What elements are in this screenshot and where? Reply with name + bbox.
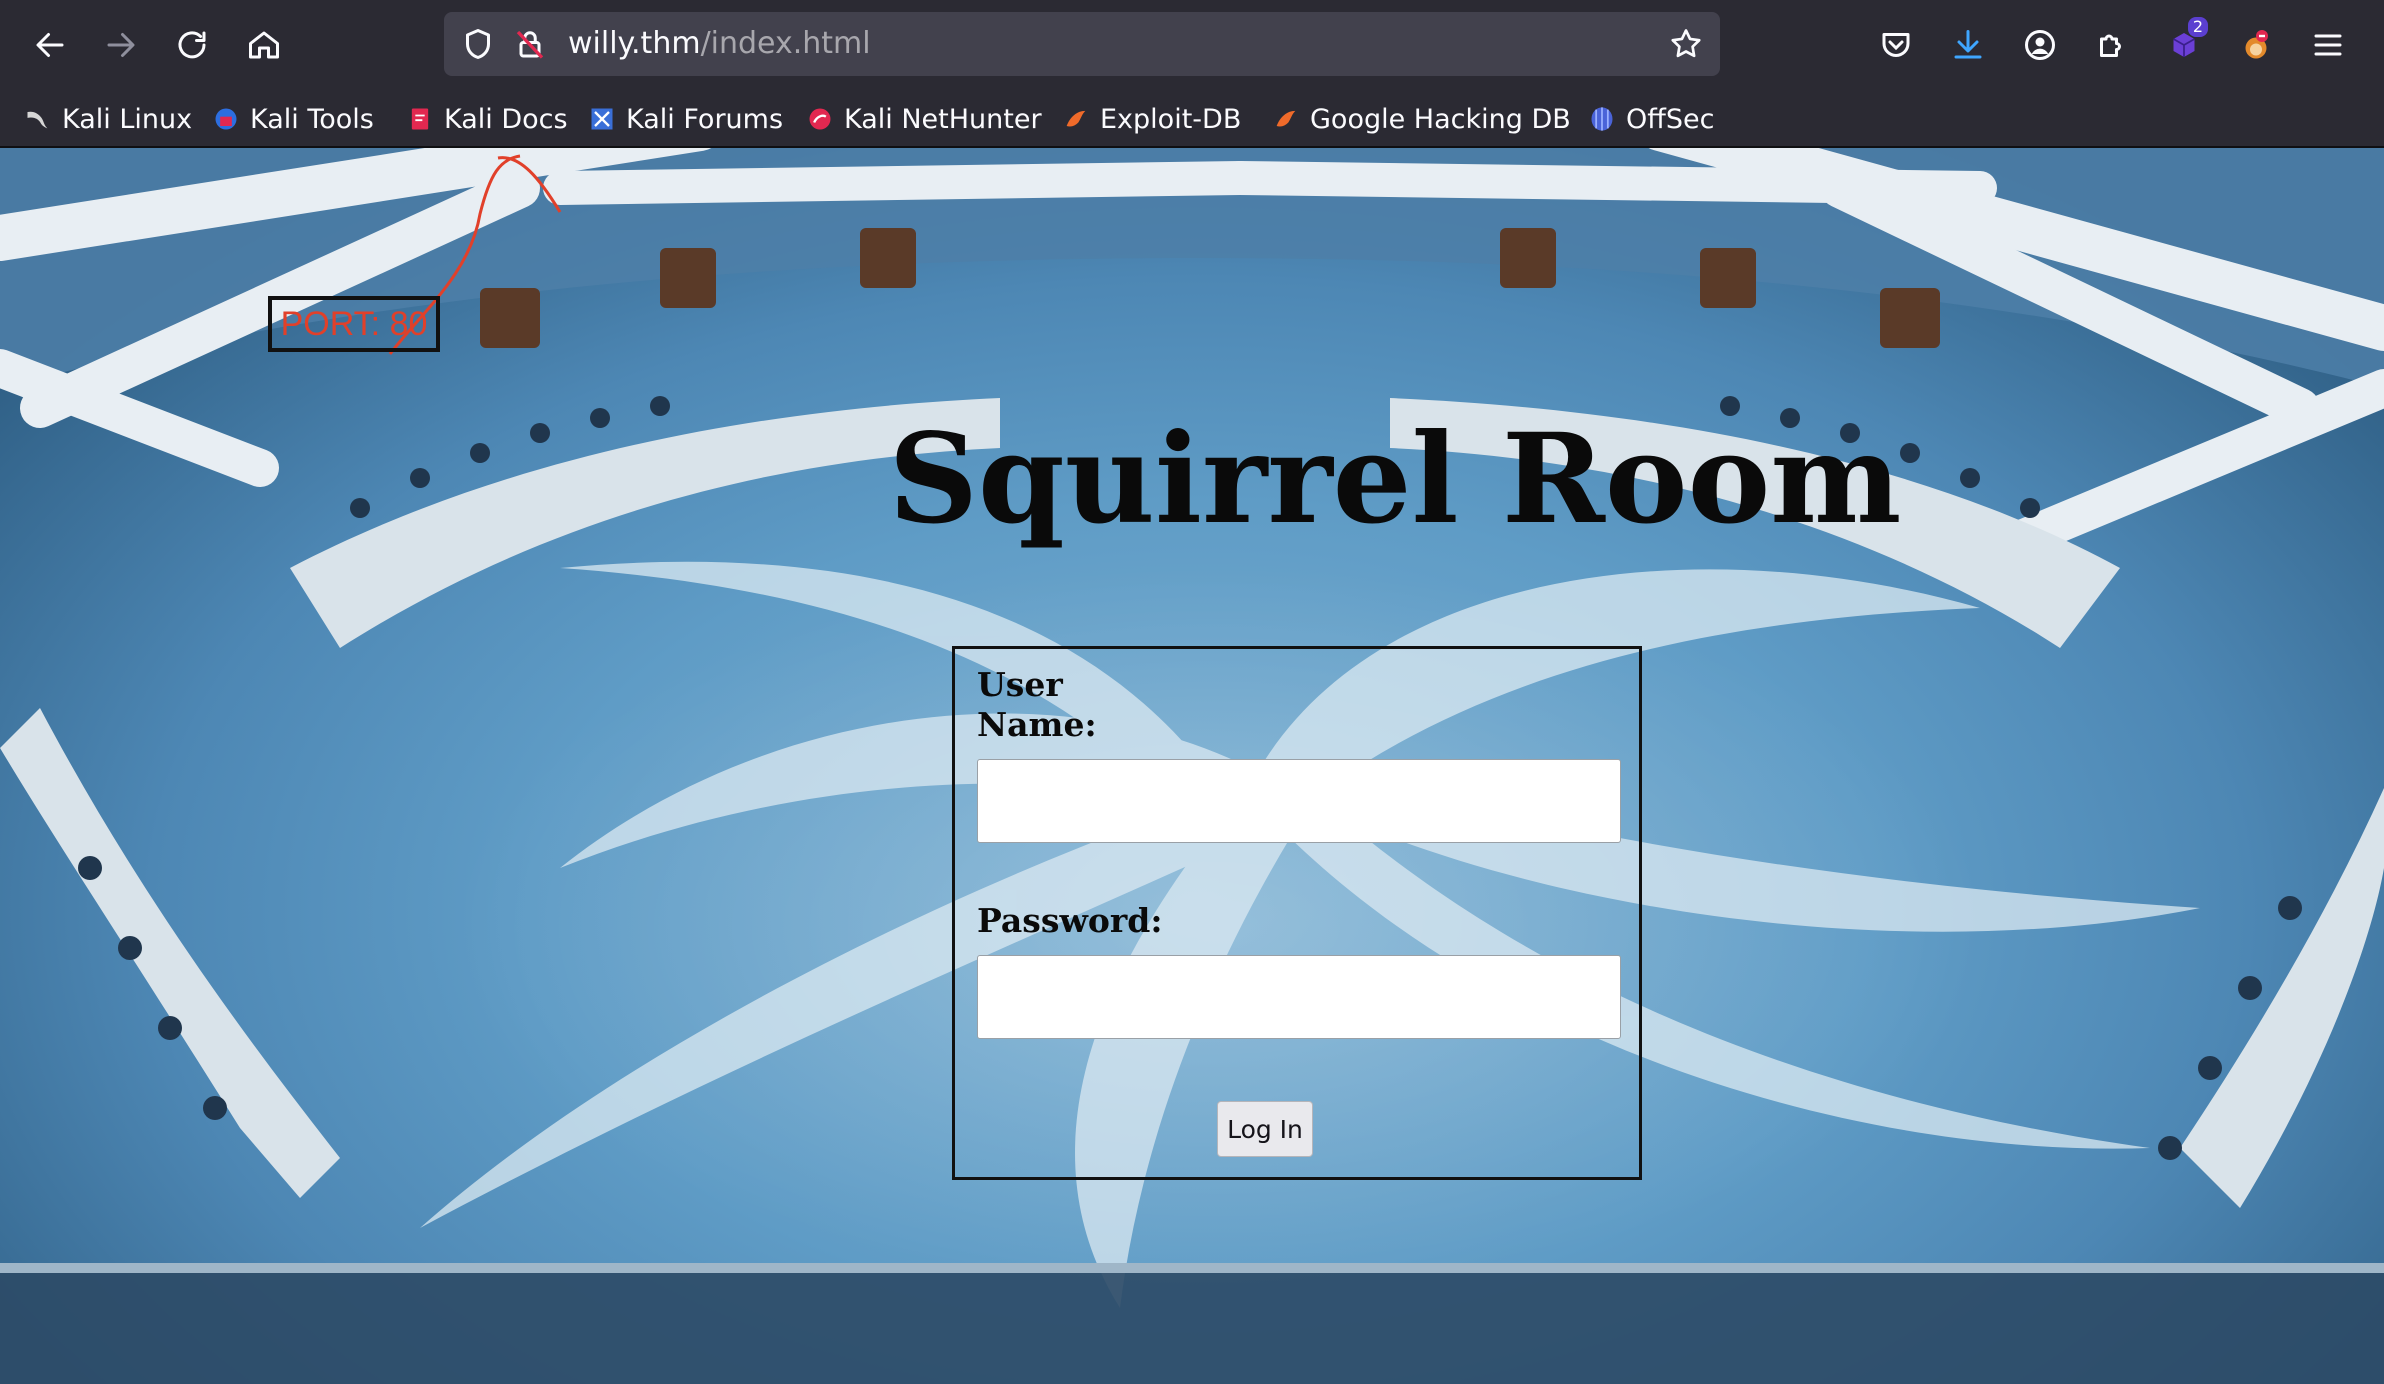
kali-docs-icon [411, 108, 429, 130]
bookmark-label: OffSec [1626, 103, 1715, 135]
bookmark-google-hacking-db[interactable]: Google Hacking DB [1272, 100, 1571, 138]
username-input[interactable] [977, 759, 1621, 843]
foxyproxy-button[interactable] [2226, 15, 2286, 75]
kali-tools-icon [215, 108, 237, 130]
reload-icon [178, 31, 206, 59]
hamburger-menu-icon [2314, 34, 2342, 56]
kali-forums-icon [591, 108, 613, 130]
offsec-icon [1591, 107, 1613, 131]
home-button[interactable] [234, 15, 294, 75]
forward-button[interactable] [91, 15, 151, 75]
nethunter-icon [809, 108, 831, 130]
pocket-icon [1882, 33, 1910, 57]
account-button[interactable] [2010, 15, 2070, 75]
bookmark-label: Kali Forums [626, 103, 784, 135]
bookmark-kali-forums[interactable]: Kali Forums [588, 100, 783, 138]
password-input[interactable] [977, 955, 1621, 1039]
bookmark-kali-nethunter[interactable]: Kali NetHunter [806, 100, 1042, 138]
login-button[interactable]: Log In [1217, 1101, 1313, 1157]
url-text[interactable]: willy.thm/index.html [568, 26, 871, 62]
login-form: User Name: Password: Log In [952, 646, 1642, 1180]
browser-toolbar: willy.thm/index.html 2 [0, 0, 2384, 90]
bookmark-label: Kali Docs [444, 103, 568, 135]
forward-arrow-icon [107, 33, 135, 57]
back-button[interactable] [20, 15, 80, 75]
username-label: User Name: [977, 665, 1097, 745]
password-label: Password: [977, 901, 1163, 940]
pocket-button[interactable] [1866, 15, 1926, 75]
app-menu-button[interactable] [2298, 15, 2358, 75]
bookmark-kali-linux[interactable]: Kali Linux [24, 100, 192, 138]
back-arrow-icon [36, 33, 64, 57]
bookmark-label: Exploit-DB [1100, 103, 1242, 135]
bookmark-exploit-db[interactable]: Exploit-DB [1062, 100, 1241, 138]
port-annotation-label: PORT: 80 [268, 296, 440, 352]
bookmarks-toolbar: Kali Linux Kali Tools Kali Docs Kali For… [0, 90, 2384, 148]
bookmark-kali-docs[interactable]: Kali Docs [406, 100, 568, 138]
bookmark-label: Google Hacking DB [1310, 103, 1571, 135]
ghdb-icon [1276, 110, 1296, 127]
bookmark-offsec[interactable]: OffSec [1588, 100, 1714, 138]
page-title: Squirrel Room [888, 407, 1902, 552]
bookmark-kali-tools[interactable]: Kali Tools [212, 100, 374, 138]
insecure-lock-icon[interactable] [512, 26, 548, 62]
home-icon [249, 31, 279, 59]
bookmark-label: Kali NetHunter [844, 103, 1042, 135]
tracking-protection-shield-icon[interactable] [460, 26, 496, 62]
kali-dragon-icon [27, 111, 48, 129]
extension-badge: 2 [2187, 17, 2208, 37]
url-path: /index.html [700, 26, 871, 61]
bookmark-label: Kali Tools [250, 103, 374, 135]
username-label-line: User [977, 665, 1063, 704]
downloads-button[interactable] [1938, 15, 1998, 75]
puzzle-piece-icon [2100, 34, 2121, 57]
username-label-line: Name: [977, 705, 1097, 744]
fox-extension-icon [2245, 30, 2268, 59]
extensions-button[interactable] [2082, 15, 2142, 75]
extension-cube-button[interactable]: 2 [2154, 15, 2214, 75]
url-host: willy.thm [568, 26, 701, 61]
page-viewport: PORT: 80 Squirrel Room User Name: Passwo… [0, 148, 2384, 1384]
address-bar[interactable]: willy.thm/index.html [444, 12, 1720, 76]
download-icon [1954, 30, 1982, 59]
reload-button[interactable] [162, 15, 222, 75]
bookmark-star-icon[interactable] [1668, 26, 1704, 62]
account-icon [2025, 30, 2055, 60]
exploit-db-icon [1066, 110, 1086, 127]
bookmark-label: Kali Linux [62, 103, 193, 135]
